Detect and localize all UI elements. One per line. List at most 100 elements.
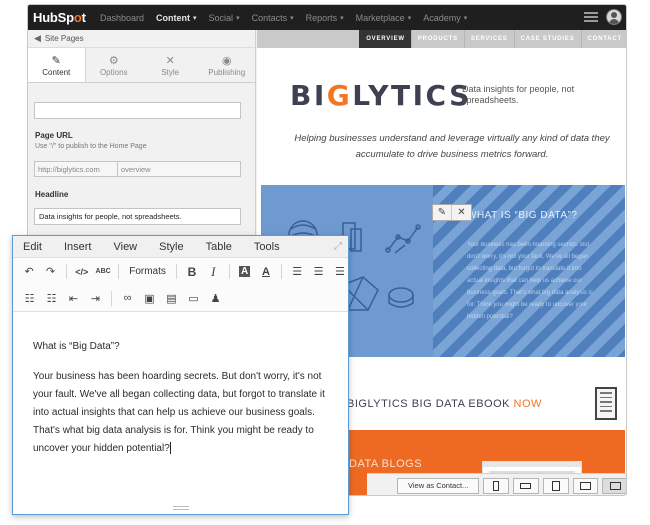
tablet-landscape-icon[interactable]: [572, 477, 599, 494]
image-icon[interactable]: ▣: [141, 290, 158, 307]
banner-title: WHAT IS “BIG DATA”?: [467, 210, 578, 221]
align-right-icon[interactable]: ☰: [332, 263, 348, 280]
preview-site-nav: OVERVIEW PRODUCTS SERVICES CASE STUDIES …: [257, 30, 626, 48]
nav-dashboard-label: Dashboard: [100, 12, 145, 23]
phone-portrait-icon[interactable]: [483, 477, 510, 494]
editor-toolbar-row-2: ☷ ☷ ⇤ ⇥ ∞ ▣ ▤ ▭ ♟: [13, 285, 348, 312]
editor-content[interactable]: What is “Big Data”? Your business has be…: [33, 338, 333, 470]
tab-publishing-label: Publishing: [208, 67, 246, 77]
align-left-icon[interactable]: ☰: [289, 263, 305, 280]
editor-tabs: ✎ Content ⚙ Options ✕ Style ◉ Publishing: [28, 48, 255, 83]
chevron-down-icon: ▾: [236, 14, 240, 22]
back-label: Site Pages: [44, 34, 84, 43]
nav-content-label: Content: [156, 12, 191, 23]
desktop-icon[interactable]: [602, 477, 626, 494]
editor-toolbar-row-1: ↶ ↷ </> ABC Formats B I A A ☰ ☰ ☰: [13, 258, 348, 285]
personalization-token-icon[interactable]: ♟: [207, 290, 224, 307]
numbered-list-icon[interactable]: ☷: [43, 290, 60, 307]
edit-pencil-icon[interactable]: ✎: [433, 205, 452, 220]
menu-icon[interactable]: [584, 12, 598, 22]
headline-input[interactable]: Data insights for people, not spreadshee…: [34, 208, 241, 225]
avatar[interactable]: [606, 9, 622, 25]
preview-nav-case-studies[interactable]: CASE STUDIES: [513, 30, 581, 48]
back-to-site-pages[interactable]: ◀ Site Pages: [28, 30, 255, 48]
nav-right: [584, 9, 622, 25]
ebook-cta[interactable]: BIGLYTICS BIG DATA EBOOK NOW: [347, 398, 542, 410]
url-prefix: http://biglytics.com: [34, 161, 118, 177]
page-title-field[interactable]: [34, 102, 241, 119]
menu-insert[interactable]: Insert: [64, 241, 92, 253]
preview-nav-contact[interactable]: CONTACT: [580, 30, 626, 48]
nav-dashboard[interactable]: Dashboard: [100, 13, 144, 23]
banner-body: Your business has been hoarding secrets.…: [467, 242, 593, 320]
bullet-list-icon[interactable]: ☷: [21, 290, 38, 307]
preview-nav-products[interactable]: PRODUCTS: [410, 30, 464, 48]
tab-content[interactable]: ✎ Content: [28, 48, 86, 82]
tablet-portrait-icon[interactable]: [542, 477, 569, 494]
nav-academy-label: Academy: [423, 12, 461, 23]
hubspot-logo[interactable]: HubSpot: [28, 10, 100, 25]
resize-grip-icon[interactable]: [173, 506, 189, 510]
chevron-down-icon: ▾: [407, 14, 412, 22]
nav-contacts[interactable]: Contacts ▾: [252, 13, 294, 23]
chevron-down-icon: ▾: [193, 14, 197, 22]
preview-toolbar: View as Contact...: [367, 473, 626, 495]
source-code-icon[interactable]: </>: [74, 263, 90, 280]
nav-academy[interactable]: Academy ▾: [423, 13, 467, 23]
chevron-down-icon: ▾: [290, 14, 294, 22]
indent-icon[interactable]: ⇥: [87, 290, 104, 307]
content-body-text: Your business has been hoarding secrets.…: [33, 371, 325, 454]
brush-icon: ✕: [165, 54, 175, 67]
menu-table[interactable]: Table: [206, 241, 232, 253]
phone-landscape-icon[interactable]: [513, 477, 539, 494]
brand-part-g: G: [326, 79, 353, 112]
nav-marketplace-label: Marketplace: [355, 12, 405, 23]
nav-reports[interactable]: Reports ▾: [306, 13, 344, 23]
spellcheck-icon[interactable]: ABC: [95, 263, 111, 280]
formats-dropdown[interactable]: Formats: [126, 266, 169, 277]
page-url-field: http://biglytics.com overview: [34, 161, 241, 177]
biglytics-logo: BIGLYTICS: [290, 79, 472, 112]
tab-publishing[interactable]: ◉ Publishing: [199, 48, 256, 82]
redo-icon[interactable]: ↷: [42, 263, 58, 280]
menu-style[interactable]: Style: [159, 241, 183, 253]
logo-text-o: o: [73, 10, 82, 25]
url-slug-input[interactable]: overview: [118, 161, 241, 177]
menu-edit[interactable]: Edit: [23, 241, 42, 253]
text-background-color-icon[interactable]: A: [236, 263, 252, 280]
nav-marketplace[interactable]: Marketplace ▾: [356, 13, 412, 23]
editor-menubar: Edit Insert View Style Table Tools ⤢: [13, 236, 348, 258]
nav-content[interactable]: Content ▾: [156, 13, 197, 23]
tab-options-label: Options: [99, 67, 128, 77]
tab-style[interactable]: ✕ Style: [142, 48, 199, 82]
preview-nav-services[interactable]: SERVICES: [463, 30, 514, 48]
nav-social[interactable]: Social ▾: [209, 13, 240, 23]
brand-part-b: LYTICS: [352, 79, 472, 112]
preview-intro: Helping businesses understand and levera…: [294, 133, 610, 160]
view-as-contact-button[interactable]: View as Contact...: [397, 477, 480, 494]
link-icon[interactable]: ∞: [119, 290, 136, 307]
text-color-icon[interactable]: A: [258, 263, 274, 280]
align-center-icon[interactable]: ☰: [310, 263, 326, 280]
preview-nav-overview[interactable]: OVERVIEW: [359, 30, 411, 48]
chevron-down-icon: ▾: [340, 14, 344, 22]
preview-tagline: Data insights for people, not spreadshee…: [462, 84, 575, 105]
pencil-icon: ✎: [51, 54, 61, 67]
close-icon[interactable]: ✕: [452, 205, 471, 220]
fullscreen-icon[interactable]: ⤢: [334, 241, 342, 252]
rich-text-editor: Edit Insert View Style Table Tools ⤢ ↶ ↷…: [12, 235, 349, 515]
ebook-text: BIGLYTICS BIG DATA EBOOK: [347, 398, 510, 410]
ebook-reader-icon: [595, 387, 617, 420]
tab-content-label: Content: [42, 67, 71, 77]
outdent-icon[interactable]: ⇤: [65, 290, 82, 307]
tab-style-label: Style: [161, 67, 180, 77]
document-icon[interactable]: ▤: [163, 290, 180, 307]
nav-contacts-label: Contacts: [251, 12, 288, 23]
menu-tools[interactable]: Tools: [254, 241, 280, 253]
menu-view[interactable]: View: [113, 241, 137, 253]
italic-icon[interactable]: I: [205, 263, 221, 280]
undo-icon[interactable]: ↶: [21, 263, 37, 280]
bold-icon[interactable]: B: [184, 263, 200, 280]
media-icon[interactable]: ▭: [185, 290, 202, 307]
tab-options[interactable]: ⚙ Options: [86, 48, 143, 82]
